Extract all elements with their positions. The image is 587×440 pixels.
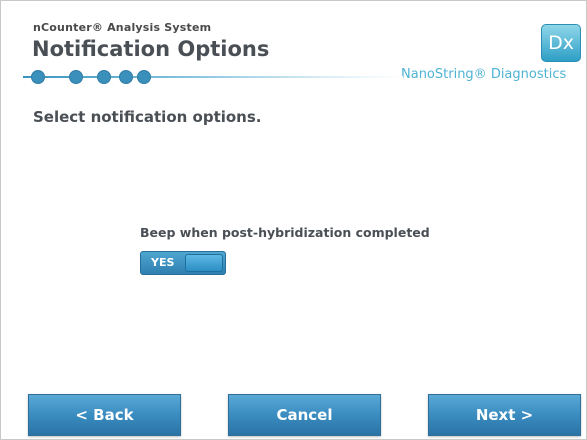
next-button[interactable]: Next > [428, 394, 581, 436]
brand-name: NanoString® Diagnostics [401, 67, 567, 82]
toggle-knob[interactable] [185, 254, 223, 272]
progress-step-1 [31, 70, 45, 84]
system-name: nCounter® Analysis System [33, 21, 212, 34]
instruction-text: Select notification options. [33, 108, 262, 126]
toggle-yes-label: YES [151, 256, 175, 269]
page-title: Notification Options [32, 37, 270, 61]
cancel-button[interactable]: Cancel [228, 394, 381, 436]
progress-indicator [23, 70, 403, 84]
beep-option-label: Beep when post-hybridization completed [140, 225, 430, 240]
app-window: nCounter® Analysis System Notification O… [0, 0, 587, 440]
progress-step-2 [69, 70, 83, 84]
back-button[interactable]: < Back [28, 394, 181, 436]
dx-logo: Dx [541, 24, 581, 62]
progress-step-4 [119, 70, 133, 84]
progress-step-5 [137, 70, 151, 84]
beep-toggle[interactable]: YES [140, 251, 226, 275]
progress-step-3 [97, 70, 111, 84]
